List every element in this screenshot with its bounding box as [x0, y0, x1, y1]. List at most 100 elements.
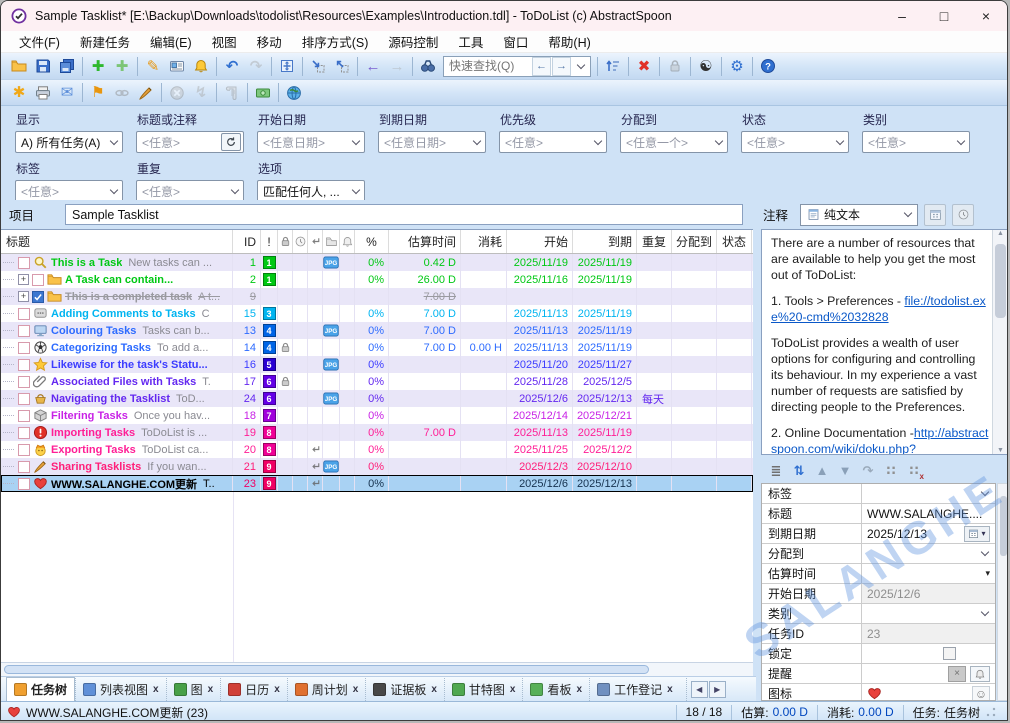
tab-图[interactable]: 图x: [166, 678, 221, 701]
move-down-icon[interactable]: ▼: [834, 461, 856, 481]
indent-icon[interactable]: [306, 55, 330, 77]
header-col-15[interactable]: 状态: [717, 230, 752, 253]
delete-task-icon[interactable]: ✖: [632, 55, 656, 77]
task-checkbox[interactable]: [18, 342, 30, 354]
menu-item-8[interactable]: 窗口: [493, 30, 538, 53]
menu-item-9[interactable]: 帮助(H): [538, 30, 600, 53]
resize-grip[interactable]: [986, 707, 996, 717]
open-file-icon[interactable]: [7, 55, 31, 77]
weblink-icon[interactable]: [282, 82, 306, 104]
task-row[interactable]: WWW.SALANGHE.COM更新T..2390%2025/12/62025/…: [1, 475, 753, 492]
outline-icon[interactable]: ≣: [765, 461, 787, 481]
scrollbar-thumb[interactable]: [1000, 496, 1007, 556]
header-col-8[interactable]: %: [355, 230, 389, 253]
group-icon[interactable]: ∷: [880, 461, 902, 481]
tab-close-icon[interactable]: x: [577, 684, 583, 695]
tab-close-icon[interactable]: x: [667, 684, 673, 695]
task-row[interactable]: Categorizing TasksTo add a...1440%7.00 D…: [1, 339, 753, 356]
tab-任务树[interactable]: 任务树: [6, 677, 75, 701]
tab-证据板[interactable]: 证据板x: [365, 678, 444, 701]
task-checkbox[interactable]: [32, 274, 44, 286]
filter-combo[interactable]: A) 所有任务(A): [15, 131, 123, 153]
search-input[interactable]: [444, 58, 532, 75]
undo-icon[interactable]: ↶: [220, 55, 244, 77]
task-row[interactable]: This is a TaskNew tasks can ...110%0.42 …: [1, 254, 753, 271]
outdent-icon[interactable]: [330, 55, 354, 77]
email-icon[interactable]: ✉: [55, 82, 79, 104]
filter-combo[interactable]: <任意>: [136, 180, 244, 202]
task-table-header[interactable]: 标题ID!%估算时间消耗开始到期重复分配到状态: [1, 230, 753, 254]
header-col-14[interactable]: 分配到: [672, 230, 717, 253]
tab-close-icon[interactable]: x: [431, 684, 437, 695]
task-row[interactable]: Filtering TasksOnce you hav...1870%2025/…: [1, 407, 753, 424]
header-col-1[interactable]: ID: [233, 230, 261, 253]
script-icon[interactable]: [220, 82, 244, 104]
filter-combo[interactable]: <任意一个>: [620, 131, 728, 153]
task-checkbox[interactable]: [18, 444, 30, 456]
new-tasklist-icon[interactable]: ✱: [7, 82, 31, 104]
search-next-button[interactable]: →: [552, 57, 571, 76]
task-row[interactable]: +This is a completed taskA t...97.00 D: [1, 288, 753, 305]
header-col-11[interactable]: 开始: [507, 230, 573, 253]
date-picker-button[interactable]: ▾: [964, 526, 990, 542]
header-col-10[interactable]: 消耗: [461, 230, 507, 253]
attribute-scrollbar[interactable]: [997, 483, 1008, 701]
header-col-5[interactable]: [308, 230, 323, 253]
task-checkbox[interactable]: [18, 325, 30, 337]
task-checkbox[interactable]: [18, 359, 30, 371]
task-checkbox[interactable]: [18, 257, 30, 269]
task-row[interactable]: Sharing TasklistsIf you wan...2190%2025/…: [1, 458, 753, 475]
menu-item-5[interactable]: 排序方式(S): [292, 30, 379, 53]
search-dropdown-button[interactable]: [572, 57, 590, 76]
sort-comments-icon[interactable]: ⇅: [788, 461, 810, 481]
filter-combo[interactable]: 匹配任何人, ...: [257, 180, 365, 202]
header-col-2[interactable]: !: [261, 230, 278, 253]
edit-task-icon[interactable]: ✎: [141, 55, 165, 77]
tab-列表视图[interactable]: 列表视图x: [75, 678, 166, 701]
attribute-value[interactable]: ×: [862, 664, 995, 683]
lock-checkbox[interactable]: [943, 647, 956, 660]
menu-item-2[interactable]: 编辑(E): [140, 30, 202, 53]
donate-icon[interactable]: [251, 82, 275, 104]
header-col-13[interactable]: 重复: [637, 230, 672, 253]
tab-甘特图[interactable]: 甘特图x: [444, 678, 523, 701]
menu-item-7[interactable]: 工具: [448, 30, 493, 53]
filter-combo[interactable]: <任意日期>: [257, 131, 365, 153]
task-row[interactable]: +A Task can contain...210%26.00 D2025/11…: [1, 271, 753, 288]
attribute-value[interactable]: ▾: [862, 564, 995, 583]
forward-icon[interactable]: →: [385, 55, 409, 77]
new-subtask-icon[interactable]: ✚: [110, 55, 134, 77]
attribute-value[interactable]: [862, 484, 995, 503]
task-checkbox[interactable]: [32, 291, 44, 303]
attribute-value[interactable]: ☺: [862, 684, 995, 701]
task-row[interactable]: Colouring TasksTasks can b...1340%7.00 D…: [1, 322, 753, 339]
save-all-icon[interactable]: [55, 55, 79, 77]
ungroup-icon[interactable]: ∷x: [903, 461, 925, 481]
attribute-value[interactable]: [862, 604, 995, 623]
clear-reminder-button[interactable]: ×: [948, 666, 966, 682]
header-col-12[interactable]: 到期: [573, 230, 637, 253]
find-tasks-icon[interactable]: [416, 55, 440, 77]
filter-combo[interactable]: <任意日期>: [378, 131, 486, 153]
comment-history-button[interactable]: [952, 204, 974, 226]
tab-close-icon[interactable]: x: [153, 684, 159, 695]
tab-看板[interactable]: 看板x: [522, 678, 589, 701]
lock-task-icon[interactable]: [663, 55, 687, 77]
task-row[interactable]: Adding Comments to TasksC1530%7.00 D2025…: [1, 305, 753, 322]
filter-combo[interactable]: <任意>: [136, 131, 244, 153]
vertical-splitter[interactable]: [753, 229, 761, 676]
reminder-icon[interactable]: [189, 55, 213, 77]
close-button[interactable]: ×: [965, 1, 1007, 31]
maximize-tasklist-icon[interactable]: [275, 55, 299, 77]
menu-item-1[interactable]: 新建任务: [70, 30, 140, 53]
tab-日历[interactable]: 日历x: [220, 678, 287, 701]
header-col-9[interactable]: 估算时间: [389, 230, 461, 253]
header-col-3[interactable]: [278, 230, 293, 253]
task-checkbox[interactable]: [18, 461, 30, 473]
filter-combo[interactable]: <任意>: [499, 131, 607, 153]
tab-close-icon[interactable]: x: [353, 684, 359, 695]
task-row[interactable]: Importing TasksToDoList is ...1980%7.00 …: [1, 424, 753, 441]
tab-close-icon[interactable]: x: [208, 684, 214, 695]
tab-close-icon[interactable]: x: [274, 684, 280, 695]
task-checkbox[interactable]: [18, 376, 30, 388]
